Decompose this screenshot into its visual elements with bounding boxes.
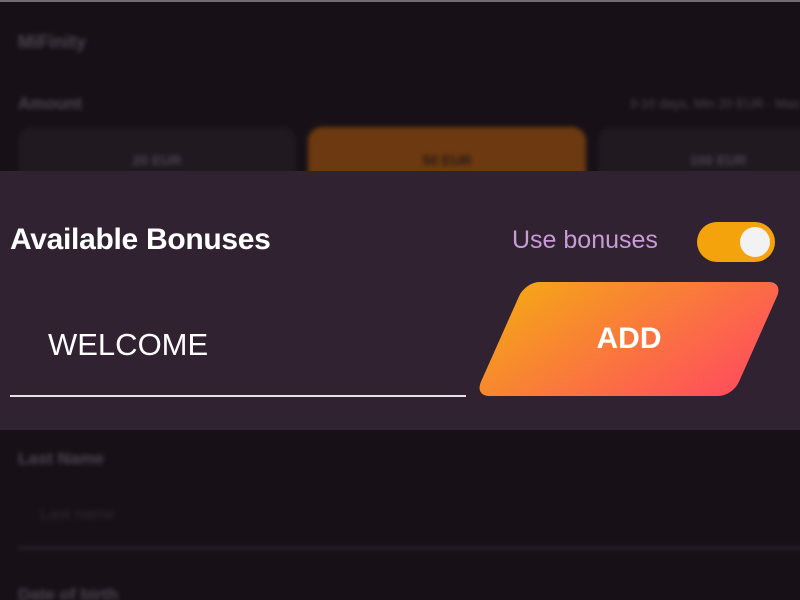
available-bonuses-title: Available Bonuses — [10, 223, 271, 256]
amount-limits-text: 3-10 days, Min 20 EUR - Max — [629, 96, 800, 111]
add-bonus-button[interactable]: ADD — [474, 282, 784, 396]
use-bonuses-toggle[interactable] — [697, 222, 775, 262]
bonus-modal-screen: MiFinity Amount 3-10 days, Min 20 EUR - … — [0, 0, 800, 600]
date-of-birth-label: Date of birth — [18, 585, 119, 600]
add-button-label: ADD — [596, 322, 662, 355]
last-name-field[interactable]: Last name — [40, 506, 115, 524]
bonus-code-underline — [10, 395, 466, 397]
payment-method-title: MiFinity — [18, 32, 86, 52]
amount-label: Amount — [18, 94, 83, 113]
bonus-code-input[interactable] — [10, 300, 466, 390]
last-name-label: Last Name — [18, 449, 104, 468]
toggle-knob — [740, 227, 770, 257]
last-name-underline — [18, 547, 800, 549]
use-bonuses-label: Use bonuses — [512, 226, 658, 254]
